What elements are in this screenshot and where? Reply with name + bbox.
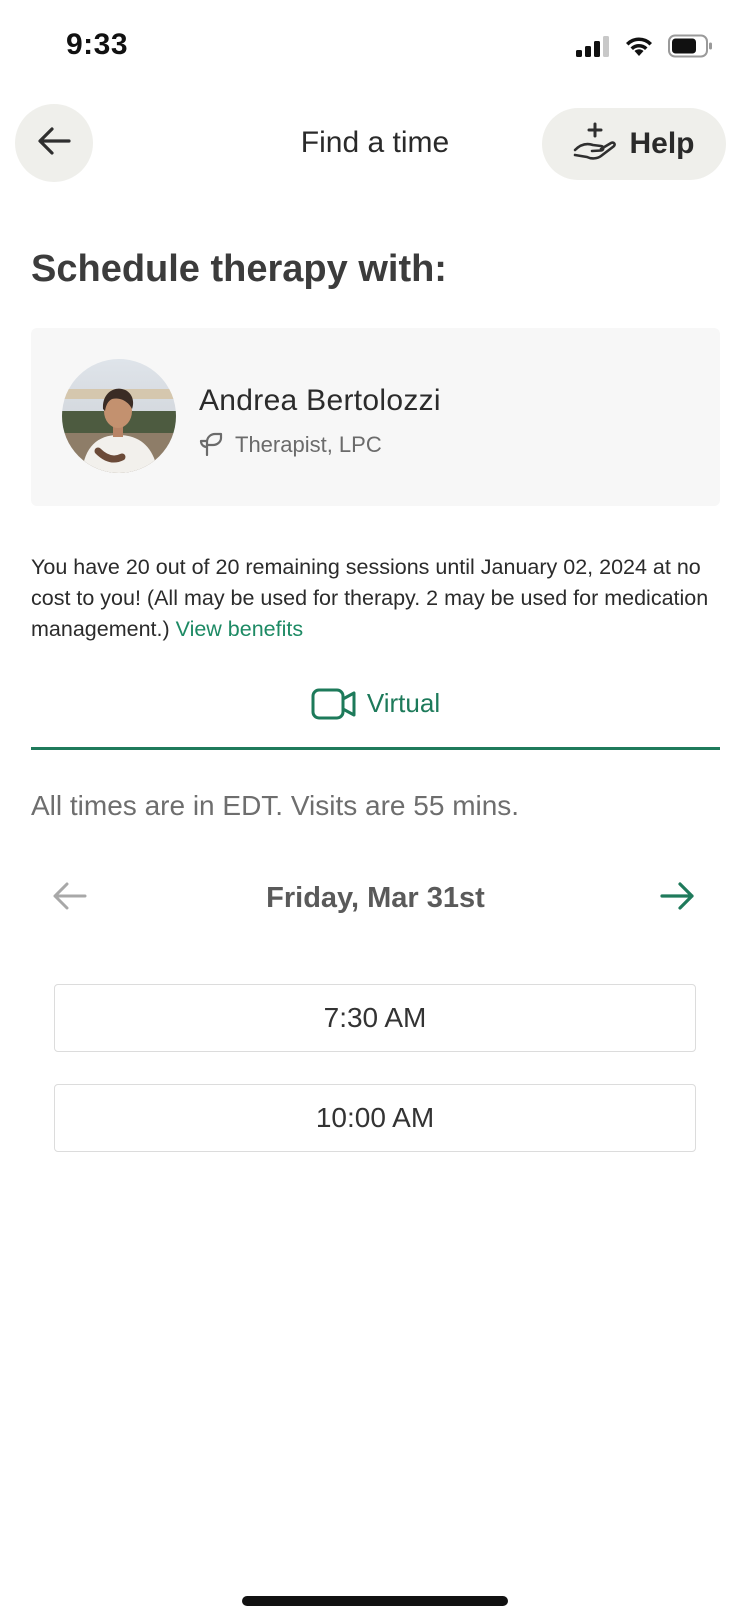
- arrow-left-icon: [37, 126, 71, 161]
- benefits-message: You have 20 out of 20 remaining sessions…: [31, 555, 709, 641]
- view-benefits-link[interactable]: View benefits: [176, 617, 304, 641]
- section-title: Schedule therapy with:: [31, 248, 447, 290]
- arrow-right-icon: [660, 882, 696, 916]
- provider-role-label: Therapist, LPC: [235, 431, 382, 457]
- find-a-time-screen: 9:33 Find a time Help Schedule therapy w…: [0, 0, 750, 1624]
- provider-name: Andrea Bertolozzi: [199, 384, 441, 417]
- selected-date: Friday, Mar 31st: [266, 882, 485, 914]
- cellular-signal-icon: [576, 35, 610, 62]
- status-bar: 9:33: [0, 0, 750, 92]
- help-button[interactable]: Help: [542, 108, 726, 180]
- timezone-note: All times are in EDT. Visits are 55 mins…: [31, 790, 520, 821]
- next-day-button[interactable]: [660, 880, 700, 920]
- tab-virtual[interactable]: Virtual: [31, 680, 720, 752]
- help-label: Help: [629, 127, 695, 160]
- back-button[interactable]: [15, 104, 93, 182]
- arrow-left-icon: [51, 882, 87, 916]
- sprout-icon: [199, 428, 227, 461]
- hand-with-plus-icon: [573, 122, 617, 167]
- status-time: 9:33: [66, 28, 129, 61]
- provider-avatar: [62, 359, 176, 473]
- battery-icon: [668, 34, 714, 63]
- home-indicator: [242, 1596, 508, 1606]
- time-slot-button[interactable]: 7:30 AM: [54, 984, 696, 1052]
- wifi-icon: [624, 35, 654, 62]
- status-icons: [576, 34, 714, 63]
- date-navigator: Friday, Mar 31st: [31, 874, 720, 924]
- provider-card[interactable]: Andrea Bertolozzi Therapist, LPC: [31, 328, 720, 506]
- video-camera-icon: [311, 688, 357, 725]
- benefits-text: You have 20 out of 20 remaining sessions…: [31, 552, 731, 645]
- time-slot-button[interactable]: 10:00 AM: [54, 1084, 696, 1152]
- active-tab-indicator: [31, 747, 720, 750]
- previous-day-button[interactable]: [51, 880, 91, 920]
- provider-role: Therapist, LPC: [199, 428, 382, 461]
- top-bar: Find a time Help: [0, 104, 750, 184]
- tab-virtual-label: Virtual: [366, 688, 441, 718]
